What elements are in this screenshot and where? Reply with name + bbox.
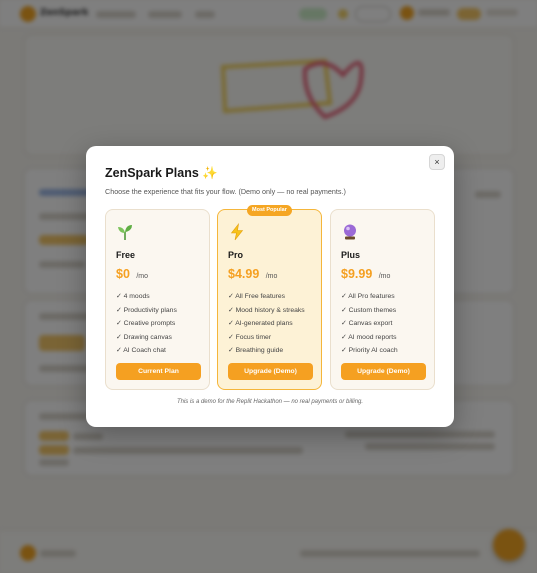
feature-item: ✓ Creative prompts — [116, 320, 176, 327]
modal-title: ZenSpark Plans ✨ — [105, 166, 218, 180]
modal-subtitle: Choose the experience that fits your flo… — [105, 187, 346, 196]
close-button[interactable]: × — [429, 154, 445, 170]
feature-item: ✓ Focus timer — [228, 333, 272, 341]
feature-item: ✓ Custom themes — [341, 306, 397, 314]
plan-card-plus: Plus $9.99 /mo ✓ All Pro features ✓ Cust… — [330, 209, 435, 390]
feature-item: ✓ AI mood reports — [341, 333, 397, 341]
feature-item: ✓ Canvas export — [341, 320, 393, 327]
feature-item: ✓ AI Coach chat — [116, 347, 166, 354]
plan-name: Plus — [341, 250, 361, 260]
lightning-icon — [230, 223, 244, 241]
feature-item: ✓ Drawing canvas — [116, 333, 172, 341]
feature-list: ✓ All Free features ✓ Mood history & str… — [228, 290, 305, 358]
plan-card-free: Free $0 /mo ✓ 4 moods ✓ Productivity pla… — [105, 209, 210, 390]
seedling-icon — [118, 225, 132, 240]
plan-price: $4.99 /mo — [228, 265, 277, 283]
upgrade-plus-button[interactable]: Upgrade (Demo) — [341, 363, 426, 380]
plan-name: Free — [116, 250, 136, 260]
feature-list: ✓ 4 moods ✓ Productivity plans ✓ Creativ… — [116, 290, 177, 358]
demo-note: This is a demo for the Replit Hackathon … — [176, 399, 364, 405]
plans-modal: × ZenSpark Plans ✨ Choose the experience… — [86, 146, 454, 427]
upgrade-pro-button[interactable]: Upgrade (Demo) — [228, 363, 313, 380]
feature-item: ✓ Mood history & streaks — [228, 306, 305, 314]
price-period: /mo — [265, 273, 278, 280]
plan-price: $9.99 /mo — [341, 265, 390, 283]
price-period: /mo — [136, 273, 149, 280]
feature-item: ✓ AI-generated plans — [228, 320, 293, 327]
feature-list: ✓ All Pro features ✓ Custom themes ✓ Can… — [341, 290, 398, 358]
feature-item: ✓ All Free features — [228, 293, 286, 300]
current-plan-button[interactable]: Current Plan — [116, 363, 201, 380]
feature-item: ✓ Productivity plans — [116, 306, 177, 314]
crystal-ball-icon — [344, 224, 356, 240]
feature-item: ✓ All Pro features — [341, 293, 395, 300]
feature-item: ✓ Breathing guide — [228, 347, 284, 354]
price-period: /mo — [378, 273, 391, 280]
plan-card-pro: Most Popular Pro $4.99 /mo ✓ All Free fe… — [217, 205, 322, 390]
price-amount: $4.99 — [228, 267, 260, 281]
feature-item: ✓ Priority AI coach — [341, 347, 398, 354]
plan-name: Pro — [228, 250, 244, 260]
plan-price: $0 /mo — [116, 265, 148, 283]
most-popular-badge: Most Popular — [247, 205, 292, 216]
feature-item: ✓ 4 moods — [116, 293, 150, 300]
price-amount: $9.99 — [341, 267, 373, 281]
price-amount: $0 — [116, 267, 130, 281]
